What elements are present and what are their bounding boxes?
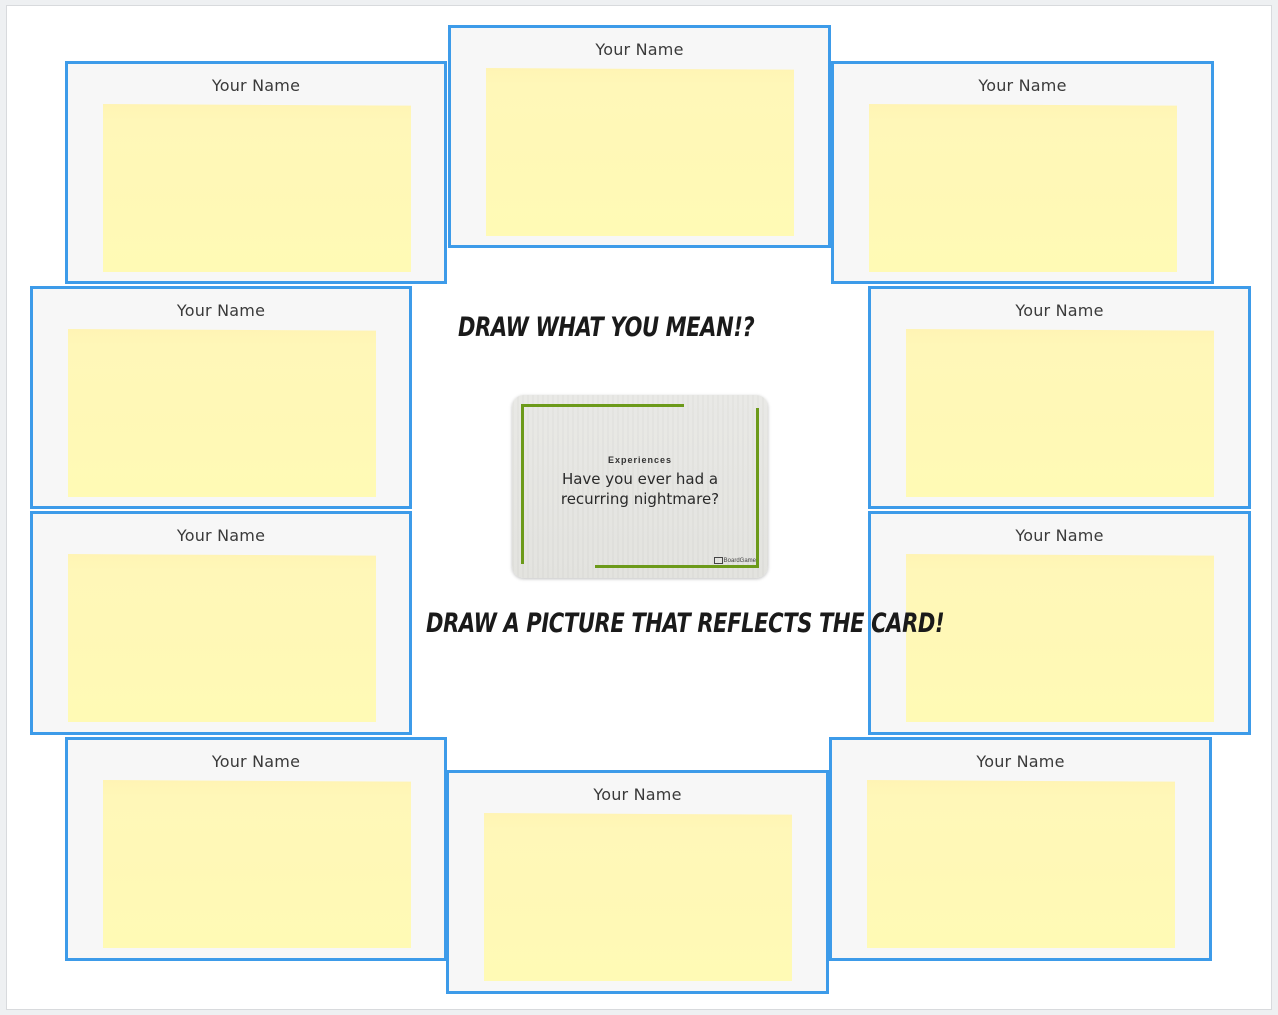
sticky-note[interactable] xyxy=(867,780,1175,948)
sticky-note[interactable] xyxy=(68,329,376,497)
name-frame-3[interactable]: Your Name xyxy=(831,61,1214,284)
name-frame-10[interactable]: Your Name xyxy=(829,737,1212,961)
name-frame-2[interactable]: Your Name xyxy=(448,25,831,248)
sticky-note[interactable] xyxy=(484,813,792,981)
heading-draw-what-you-mean[interactable]: DRAW WHAT YOU MEAN!? xyxy=(458,312,755,343)
frame-title[interactable]: Your Name xyxy=(871,526,1248,545)
card-brand-logo: BoardGame xyxy=(713,556,756,564)
question-card[interactable]: Experiences Have you ever had a recurrin… xyxy=(512,395,768,578)
frame-title[interactable]: Your Name xyxy=(68,752,444,771)
frame-title[interactable]: Your Name xyxy=(449,785,826,804)
sticky-note[interactable] xyxy=(869,104,1177,272)
card-question: Have you ever had a recurring nightmare? xyxy=(560,470,720,508)
name-frame-9[interactable]: Your Name xyxy=(446,770,829,994)
sticky-note[interactable] xyxy=(103,780,411,948)
sticky-note[interactable] xyxy=(68,554,376,722)
brand-icon xyxy=(713,556,723,564)
name-frame-1[interactable]: Your Name xyxy=(65,61,447,284)
card-accent-line xyxy=(521,404,524,564)
frame-title[interactable]: Your Name xyxy=(451,40,828,59)
sticky-note[interactable] xyxy=(906,329,1214,497)
name-frame-8[interactable]: Your Name xyxy=(65,737,447,961)
heading-draw-a-picture[interactable]: DRAW A PICTURE THAT REFLECTS THE CARD! xyxy=(426,608,945,639)
name-frame-5[interactable]: Your Name xyxy=(30,511,412,735)
frame-title[interactable]: Your Name xyxy=(834,76,1211,95)
frame-title[interactable]: Your Name xyxy=(68,76,444,95)
card-accent-line xyxy=(756,408,759,567)
card-accent-line xyxy=(595,565,759,568)
card-brand-text: BoardGame xyxy=(723,558,756,564)
frame-title[interactable]: Your Name xyxy=(871,301,1248,320)
sticky-note[interactable] xyxy=(103,104,411,272)
name-frame-4[interactable]: Your Name xyxy=(30,286,412,509)
frame-title[interactable]: Your Name xyxy=(832,752,1209,771)
frame-title[interactable]: Your Name xyxy=(33,301,409,320)
frame-title[interactable]: Your Name xyxy=(33,526,409,545)
card-accent-line xyxy=(521,404,684,407)
sticky-note[interactable] xyxy=(486,68,794,236)
card-category: Experiences xyxy=(607,455,673,465)
name-frame-6[interactable]: Your Name xyxy=(868,286,1251,509)
sticky-note[interactable] xyxy=(906,554,1214,722)
